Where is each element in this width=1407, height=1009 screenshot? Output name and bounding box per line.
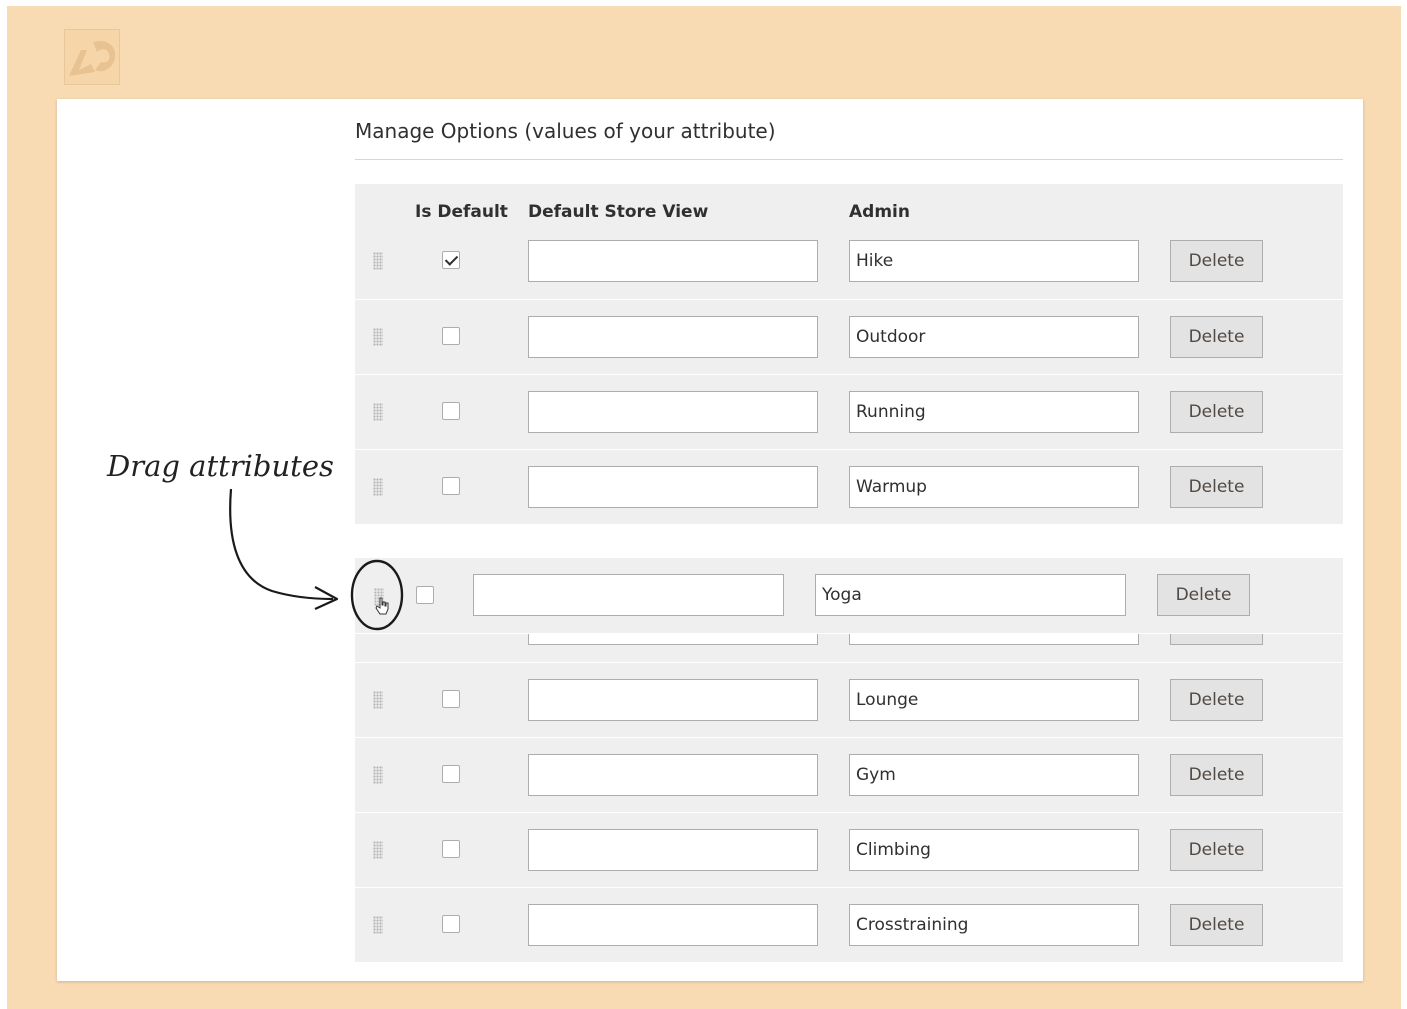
admin-input[interactable]: Crosstraining <box>849 904 1139 946</box>
admin-input[interactable]: Hike <box>849 240 1139 282</box>
drag-handle-icon[interactable] <box>373 252 383 270</box>
option-row: Hike Delete <box>355 224 1343 299</box>
is-default-checkbox[interactable] <box>442 840 460 858</box>
logo-icon <box>64 29 120 85</box>
option-row: Running Delete <box>355 374 1343 449</box>
options-panel: Manage Options (values of your attribute… <box>57 99 1363 981</box>
store-view-input[interactable] <box>528 391 818 433</box>
option-row: Climbing Delete <box>355 812 1343 887</box>
option-row: Gym Delete <box>355 737 1343 812</box>
is-default-checkbox[interactable] <box>442 690 460 708</box>
option-row: Outdoor Delete <box>355 299 1343 374</box>
column-header-store-view: Default Store View <box>528 202 709 222</box>
delete-button[interactable]: Delete <box>1170 240 1263 282</box>
admin-input[interactable]: Lounge <box>849 679 1139 721</box>
dragging-option-row[interactable]: Yoga Delete <box>355 558 1343 633</box>
delete-button[interactable]: Delete <box>1170 316 1263 358</box>
store-view-input[interactable] <box>528 904 818 946</box>
drag-handle-icon[interactable] <box>373 478 383 496</box>
is-default-checkbox[interactable] <box>442 915 460 933</box>
is-default-checkbox[interactable] <box>442 765 460 783</box>
admin-input[interactable]: Running <box>849 391 1139 433</box>
drag-handle-icon[interactable] <box>373 841 383 859</box>
admin-input[interactable]: Outdoor <box>849 316 1139 358</box>
is-default-checkbox[interactable] <box>442 251 460 269</box>
section-title: Manage Options (values of your attribute… <box>355 119 776 143</box>
option-row: Lounge Delete <box>355 662 1343 737</box>
delete-button[interactable]: Delete <box>1170 904 1263 946</box>
option-row: Crosstraining Delete <box>355 887 1343 962</box>
option-row: Warmup Delete <box>355 449 1343 524</box>
delete-button[interactable]: Delete <box>1170 391 1263 433</box>
delete-button[interactable]: Delete <box>1170 754 1263 796</box>
store-view-input[interactable] <box>528 466 818 508</box>
delete-button[interactable]: Delete <box>1157 574 1250 616</box>
hand-cursor-icon <box>375 597 389 615</box>
drag-handle-icon[interactable] <box>373 403 383 421</box>
drag-handle-icon[interactable] <box>373 328 383 346</box>
store-view-input[interactable] <box>528 754 818 796</box>
annotation-label: Drag attributes <box>107 449 334 483</box>
delete-button[interactable]: Delete <box>1170 829 1263 871</box>
delete-button[interactable]: Delete <box>1170 679 1263 721</box>
store-view-input[interactable] <box>528 316 818 358</box>
column-header-is-default: Is Default <box>415 202 508 222</box>
store-view-input[interactable] <box>528 240 818 282</box>
admin-input[interactable]: Climbing <box>849 829 1139 871</box>
store-view-input[interactable] <box>528 829 818 871</box>
delete-button[interactable]: Delete <box>1170 466 1263 508</box>
admin-input[interactable]: Gym <box>849 754 1139 796</box>
drag-handle-icon[interactable] <box>373 766 383 784</box>
store-view-input[interactable] <box>473 574 784 616</box>
admin-input[interactable]: Warmup <box>849 466 1139 508</box>
admin-input[interactable]: Yoga <box>815 574 1126 616</box>
column-header-admin: Admin <box>849 202 910 222</box>
drag-handle-icon[interactable] <box>373 916 383 934</box>
store-view-input[interactable] <box>528 679 818 721</box>
drag-handle-icon[interactable] <box>373 691 383 709</box>
is-default-checkbox[interactable] <box>442 477 460 495</box>
table-header: Is Default Default Store View Admin <box>355 184 1343 224</box>
is-default-checkbox[interactable] <box>442 327 460 345</box>
is-default-checkbox[interactable] <box>442 402 460 420</box>
is-default-checkbox[interactable] <box>416 586 434 604</box>
title-divider <box>355 159 1343 160</box>
